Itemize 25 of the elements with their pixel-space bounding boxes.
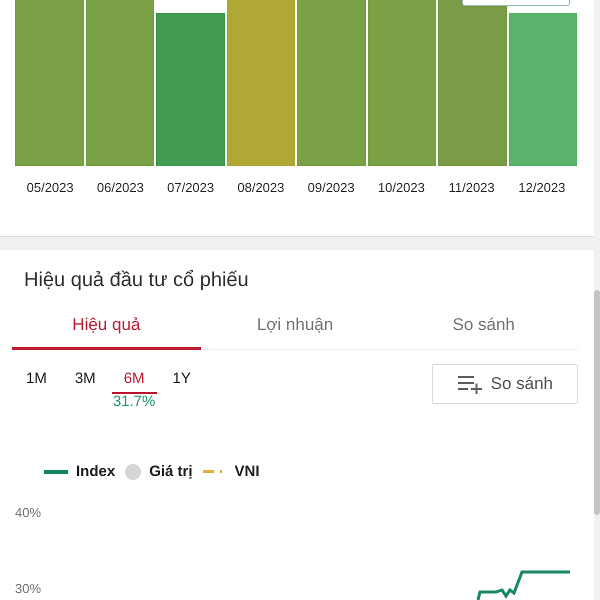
tab[interactable]: Lợi nhuận: [200, 308, 390, 350]
period-tab[interactable]: 6M: [112, 364, 157, 394]
period-tab[interactable]: 1Y: [160, 364, 203, 394]
axis-label: 05/2023: [26, 179, 75, 197]
section-title: Hiệu quả đầu tư cổ phiếu: [23, 268, 250, 292]
axis-label: 12/2023: [517, 179, 566, 197]
period-tab[interactable]: 3M: [62, 364, 108, 394]
tab[interactable]: So sánh: [389, 308, 578, 350]
axis-label: 08/2023: [236, 179, 286, 197]
return-value: 31.7%: [112, 394, 156, 410]
legend-label: VNI: [234, 462, 260, 482]
period-tab[interactable]: 1M: [14, 364, 59, 394]
scrollbar-thumb[interactable]: [594, 290, 600, 515]
axis-label: 30%: [15, 580, 42, 598]
compare-button[interactable]: So sánh: [432, 364, 578, 404]
axis-label: 07/2023: [166, 179, 216, 197]
legend-label: Giá trị: [149, 462, 193, 482]
axis-label: 09/2023: [306, 179, 356, 197]
legend-label: Index: [76, 462, 116, 482]
tab[interactable]: Hiệu quả: [12, 308, 201, 350]
axis-label: 40%: [15, 504, 42, 522]
axis-label: 10/2023: [376, 179, 426, 197]
axis-label: 11/2023: [448, 179, 496, 197]
axis-label: 06/2023: [96, 179, 145, 197]
add-list-icon: [456, 374, 483, 394]
